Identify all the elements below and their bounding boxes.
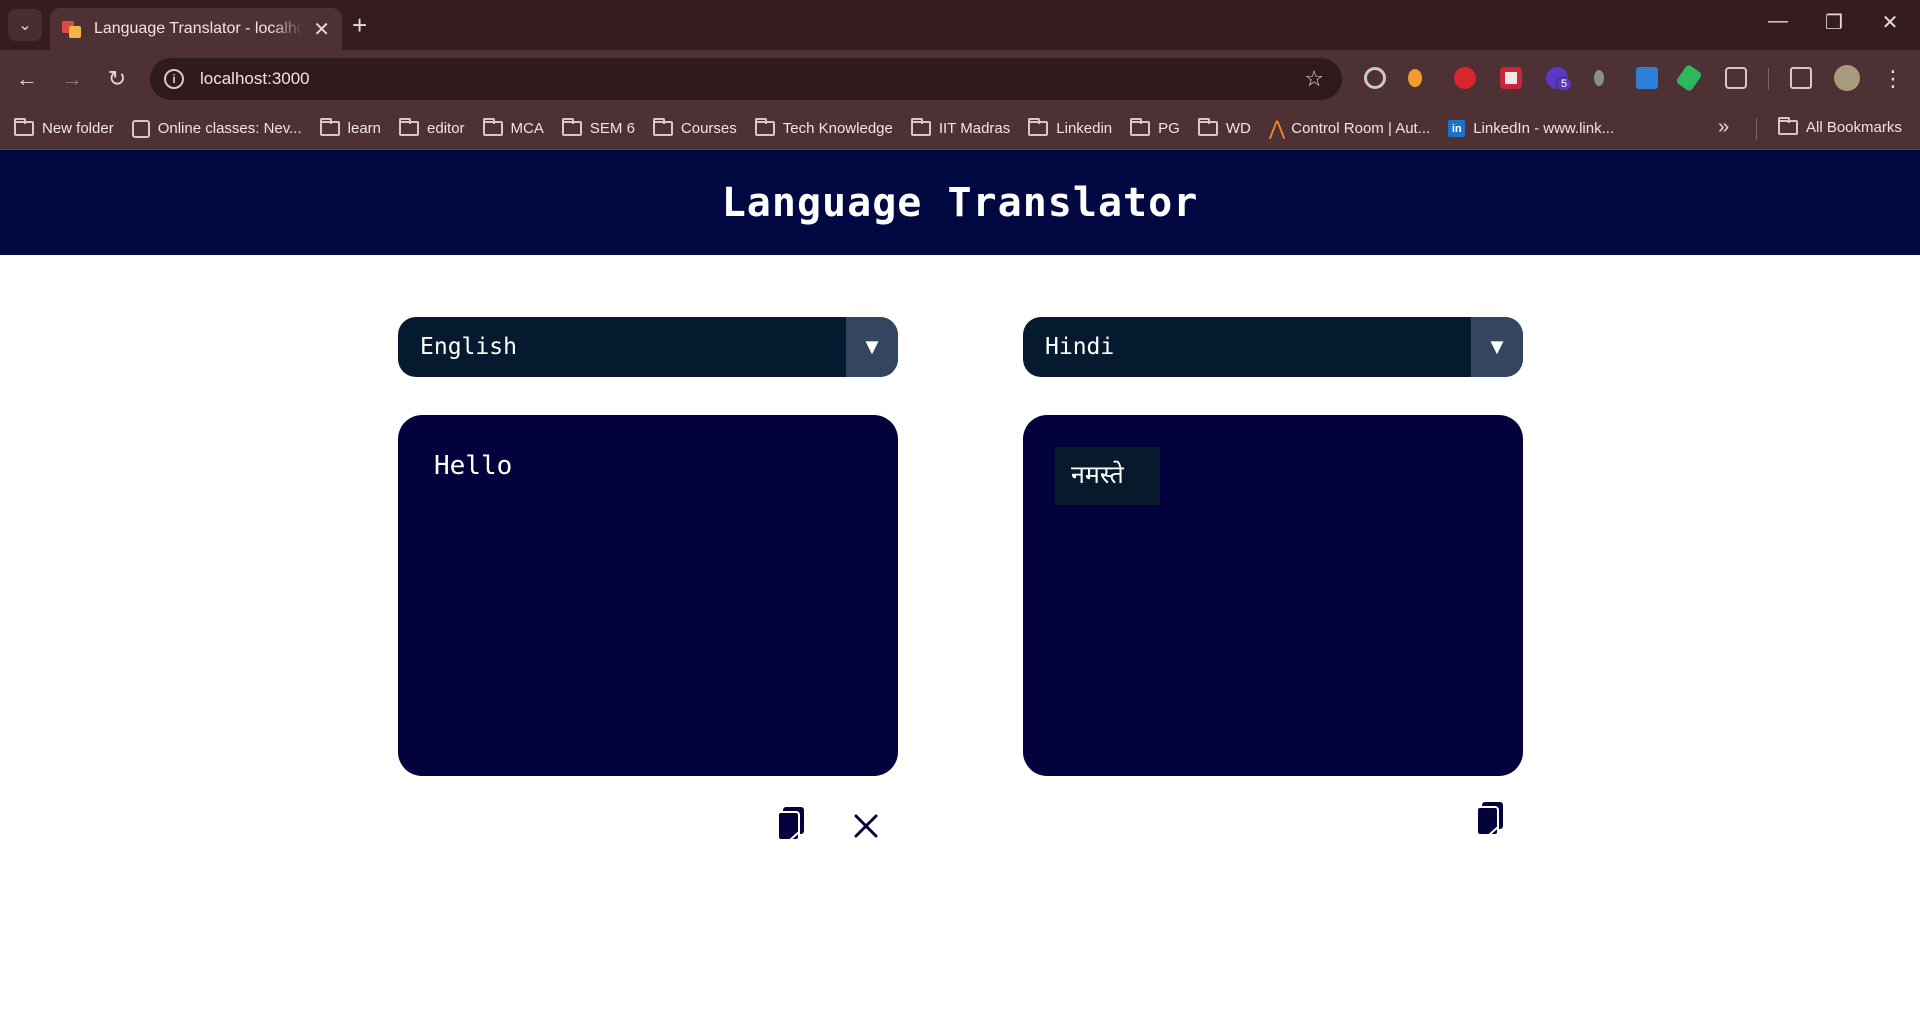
page-title: Language Translator [721, 179, 1199, 226]
page-icon [131, 119, 150, 138]
bookmark-item[interactable]: editor [399, 118, 465, 137]
restore-icon[interactable]: ❐ [1814, 10, 1854, 35]
folder-icon [14, 118, 34, 136]
copy-source-icon[interactable] [776, 806, 806, 842]
linkedin-icon: in [1448, 120, 1466, 137]
bookmark-item[interactable]: IIT Madras [910, 118, 1010, 137]
translate-favicon-icon [62, 19, 82, 39]
bookmark-item[interactable]: in LinkedIn - www.link... [1448, 120, 1614, 137]
profile-avatar[interactable] [1834, 65, 1860, 91]
folder-icon [1197, 118, 1218, 136]
browser-tab[interactable]: Language Translator - localhost ✕ [50, 8, 342, 50]
close-window-icon[interactable]: ✕ [1870, 10, 1910, 35]
folder-icon [561, 118, 582, 136]
back-icon[interactable]: ← [12, 64, 42, 94]
copy-translation-icon[interactable] [1475, 801, 1505, 837]
target-language-value: Hindi [1045, 334, 1115, 360]
source-language-select[interactable]: English ▼ [398, 317, 898, 377]
folder-icon [1028, 118, 1049, 136]
extension-icon[interactable] [1594, 70, 1604, 86]
url-text[interactable]: localhost:3000 [200, 69, 310, 89]
bookmark-item[interactable]: Tech Knowledge [754, 118, 893, 137]
bookmark-item[interactable]: Courses [652, 118, 737, 137]
close-tab-icon[interactable]: ✕ [313, 17, 330, 42]
folder-icon [482, 118, 503, 136]
folder-icon [910, 118, 931, 136]
translated-text: नमस्ते [1055, 447, 1160, 505]
bookmark-item[interactable]: WD [1197, 118, 1251, 137]
bookmark-item[interactable]: MCA [482, 118, 544, 137]
bookmark-item[interactable]: SEM 6 [561, 118, 635, 137]
all-bookmarks-button[interactable]: All Bookmarks [1778, 117, 1902, 136]
extension-icon[interactable] [1636, 67, 1658, 89]
reload-icon[interactable]: ↻ [102, 64, 132, 94]
dropdown-arrow-icon[interactable]: ▼ [1471, 317, 1523, 377]
tab-search-button[interactable]: ⌄ [8, 9, 42, 41]
folder-icon [399, 118, 420, 136]
menu-kebab-icon[interactable]: ⋮ [1878, 64, 1908, 94]
clear-text-icon[interactable] [852, 812, 880, 840]
forward-icon[interactable]: → [57, 64, 87, 94]
address-bar[interactable]: i localhost:3000 ☆ [150, 58, 1342, 100]
folder-icon [1130, 118, 1151, 136]
tab-title: Language Translator - localhost [93, 20, 304, 37]
new-tab-button[interactable]: + [352, 10, 367, 40]
bookmark-item[interactable]: ⋀ Control Room | Aut... [1269, 116, 1430, 141]
bookmarks-divider [1756, 118, 1757, 140]
bookmarks-bar: New folder Online classes: Nev... learn … [0, 108, 1920, 150]
grammarly-extension-icon[interactable] [1364, 67, 1386, 89]
folder-icon [319, 118, 340, 136]
minimize-icon[interactable]: — [1758, 10, 1798, 33]
more-bookmarks-icon[interactable]: » [1718, 116, 1729, 139]
extension-icon[interactable] [1408, 69, 1422, 87]
app-header: Language Translator [0, 150, 1920, 255]
dropdown-arrow-icon[interactable]: ▼ [846, 317, 898, 377]
source-text[interactable]: Hello [434, 451, 512, 481]
bookmark-item[interactable]: Linkedin [1028, 118, 1112, 137]
highlighter-extension-icon[interactable] [1675, 63, 1703, 93]
browser-toolbar: ← → ↻ i localhost:3000 ☆ 5 ⋮ [0, 50, 1920, 108]
extensions-puzzle-icon[interactable] [1725, 67, 1747, 89]
bookmark-item[interactable]: Online classes: Nev... [131, 119, 302, 138]
translated-text-output: नमस्ते [1023, 415, 1523, 776]
extension-hand-icon[interactable] [1454, 67, 1476, 89]
pocket-extension-icon[interactable] [1500, 67, 1522, 89]
bookmark-item[interactable]: learn [319, 118, 381, 137]
source-language-value: English [420, 334, 517, 360]
target-language-select[interactable]: Hindi ▼ [1023, 317, 1523, 377]
bookmark-item[interactable]: New folder [14, 118, 114, 137]
bookmark-item[interactable]: PG [1130, 118, 1180, 137]
folder-icon [652, 118, 673, 136]
extension-badge-icon[interactable]: 5 [1546, 67, 1573, 91]
chevron-down-icon: ⌄ [18, 17, 32, 34]
toolbar-divider [1768, 68, 1769, 90]
bookmark-star-icon[interactable]: ☆ [1304, 66, 1324, 92]
browser-tab-bar: ⌄ Language Translator - localhost ✕ + — … [0, 0, 1920, 50]
folder-icon [1778, 117, 1798, 135]
side-panel-icon[interactable] [1790, 67, 1812, 89]
site-info-icon[interactable]: i [164, 69, 184, 89]
automation-anywhere-icon: ⋀ [1268, 118, 1286, 140]
folder-icon [754, 118, 775, 136]
source-text-input[interactable]: Hello [398, 415, 898, 776]
